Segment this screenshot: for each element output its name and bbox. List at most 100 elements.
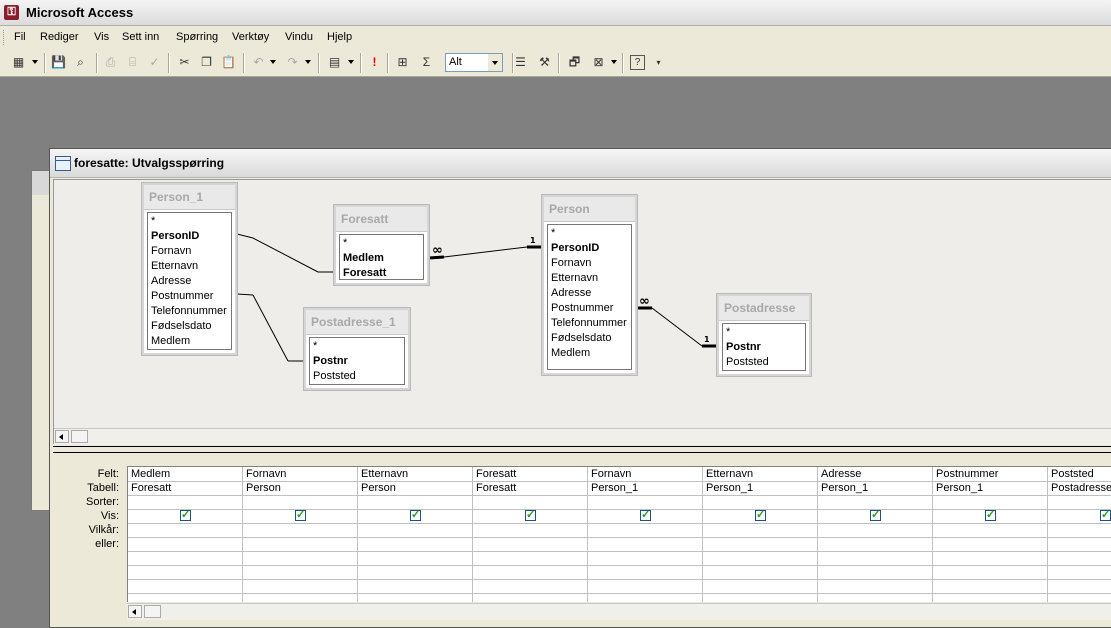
undo-icon[interactable]: ↶ bbox=[250, 54, 267, 71]
grid-field-cell[interactable]: Fornavn bbox=[591, 468, 631, 480]
field-list-item[interactable]: * bbox=[726, 326, 730, 338]
grid-field-cell[interactable]: Etternavn bbox=[706, 468, 753, 480]
grid-field-cell[interactable]: Medlem bbox=[131, 468, 170, 480]
field-list-item[interactable]: Foresatt bbox=[343, 267, 386, 279]
grid-column[interactable]: Medlem Foresatt bbox=[128, 467, 243, 602]
run-icon[interactable]: ! bbox=[366, 54, 383, 71]
pane-splitter[interactable] bbox=[53, 446, 1111, 453]
field-list-item[interactable]: * bbox=[313, 340, 317, 352]
field-list-postadresse[interactable]: Postadresse * Postnr Poststed bbox=[717, 294, 811, 376]
field-list-item[interactable]: Adresse bbox=[151, 275, 191, 287]
scroll-thumb[interactable] bbox=[144, 605, 161, 618]
print-preview-icon[interactable]: ⌸ bbox=[124, 54, 141, 71]
grid-column[interactable]: Adresse Person_1 bbox=[818, 467, 933, 602]
field-list-item[interactable]: Telefonnummer bbox=[551, 317, 627, 329]
show-checkbox[interactable] bbox=[755, 508, 766, 521]
field-list-item[interactable]: Medlem bbox=[551, 347, 590, 359]
field-list-item[interactable]: * bbox=[151, 215, 155, 227]
chevron-down-icon[interactable] bbox=[488, 54, 502, 71]
redo-icon[interactable]: ↷ bbox=[284, 54, 301, 71]
show-checkbox[interactable] bbox=[525, 508, 536, 521]
field-list-item[interactable]: Fødselsdato bbox=[151, 320, 212, 332]
new-object-dropdown-arrow[interactable] bbox=[611, 60, 617, 64]
grid-column[interactable]: Foresatt Foresatt bbox=[473, 467, 588, 602]
view-icon[interactable]: ▦ bbox=[10, 54, 27, 71]
properties-icon[interactable]: ☰ bbox=[512, 54, 529, 71]
scroll-left-icon[interactable] bbox=[128, 605, 142, 618]
search-icon[interactable]: ⌕ bbox=[72, 54, 89, 71]
redo-dropdown-arrow[interactable] bbox=[305, 60, 311, 64]
field-list-body[interactable]: * Medlem Foresatt bbox=[339, 234, 424, 280]
grid-table-cell[interactable]: Person_1 bbox=[821, 482, 868, 494]
toolbar-options-icon[interactable]: ▾ bbox=[650, 54, 667, 71]
field-list-item[interactable]: Poststed bbox=[313, 370, 356, 382]
grid-table-cell[interactable]: Postadresse_1 bbox=[1051, 482, 1111, 494]
grid-field-cell[interactable]: Etternavn bbox=[361, 468, 408, 480]
field-list-person[interactable]: Person * PersonID Fornavn Etternavn Adresse Po… bbox=[542, 195, 637, 375]
grid-table-cell[interactable]: Person bbox=[361, 482, 396, 494]
field-list-item[interactable]: Adresse bbox=[551, 287, 591, 299]
grid-column[interactable]: Fornavn Person_1 bbox=[588, 467, 703, 602]
field-list-item[interactable]: Fødselsdato bbox=[551, 332, 612, 344]
field-list-item[interactable]: Poststed bbox=[726, 356, 769, 368]
query-type-icon[interactable]: ▤ bbox=[326, 54, 343, 71]
scroll-thumb[interactable] bbox=[71, 430, 88, 443]
save-icon[interactable]: 💾 bbox=[50, 54, 67, 71]
field-list-title[interactable]: Postadresse_1 bbox=[306, 310, 408, 335]
field-list-item[interactable]: Postnr bbox=[313, 355, 348, 367]
top-values-combo[interactable]: Alt bbox=[445, 53, 503, 72]
grid-table-cell[interactable]: Foresatt bbox=[131, 482, 171, 494]
field-list-item[interactable]: Telefonnummer bbox=[151, 305, 227, 317]
grid-horizontal-scrollbar[interactable] bbox=[127, 603, 1111, 620]
query-window-title-bar[interactable]: foresatte: Utvalgsspørring bbox=[50, 149, 1111, 178]
print-icon[interactable]: ⎙ bbox=[102, 54, 119, 71]
field-list-body[interactable]: * Postnr Poststed bbox=[722, 323, 806, 371]
grid-field-cell[interactable]: Poststed bbox=[1051, 468, 1094, 480]
field-list-item[interactable]: Medlem bbox=[151, 335, 190, 347]
grid-column[interactable]: Poststed Postadresse_1 bbox=[1048, 467, 1111, 602]
grid-field-cell[interactable]: Fornavn bbox=[246, 468, 286, 480]
menu-item-sett-inn[interactable]: Sett inn bbox=[122, 31, 159, 43]
grid-table-cell[interactable]: Foresatt bbox=[476, 482, 516, 494]
grid-column[interactable]: Etternavn Person_1 bbox=[703, 467, 818, 602]
grid-table-cell[interactable]: Person bbox=[246, 482, 281, 494]
field-list-item[interactable]: Postnummer bbox=[151, 290, 213, 302]
design-grid-cells[interactable]: Medlem Foresatt Fornavn Person Etternavn Pers… bbox=[127, 466, 1111, 602]
field-list-title[interactable]: Postadresse bbox=[719, 296, 809, 321]
show-checkbox[interactable] bbox=[180, 508, 191, 521]
menu-item-vis[interactable]: Vis bbox=[94, 31, 109, 43]
menu-item-verktøy[interactable]: Verktøy bbox=[232, 31, 269, 43]
grid-column[interactable]: Postnummer Person_1 bbox=[933, 467, 1048, 602]
field-list-body[interactable]: * PersonID Fornavn Etternavn Adresse Postnumm… bbox=[547, 224, 632, 370]
field-list-item[interactable]: Etternavn bbox=[151, 260, 198, 272]
grid-field-cell[interactable]: Postnummer bbox=[936, 468, 998, 480]
menu-item-hjelp[interactable]: Hjelp bbox=[327, 31, 352, 43]
table-pane-horizontal-scrollbar[interactable] bbox=[54, 428, 1111, 445]
show-checkbox[interactable] bbox=[295, 508, 306, 521]
show-checkbox[interactable] bbox=[870, 508, 881, 521]
field-list-item[interactable]: Postnummer bbox=[551, 302, 613, 314]
field-list-body[interactable]: * Postnr Poststed bbox=[309, 337, 405, 385]
grid-table-cell[interactable]: Person_1 bbox=[706, 482, 753, 494]
grid-column[interactable]: Etternavn Person bbox=[358, 467, 473, 602]
scroll-left-icon[interactable] bbox=[55, 430, 69, 443]
table-pane[interactable]: ∞ 1 ∞ 1 Person_1 * PersonID Fornavn Etternav… bbox=[53, 179, 1111, 445]
field-list-item[interactable]: Fornavn bbox=[551, 257, 591, 269]
field-list-title[interactable]: Person bbox=[544, 197, 635, 222]
menu-item-fil[interactable]: Fil bbox=[14, 31, 26, 43]
grid-field-cell[interactable]: Foresatt bbox=[476, 468, 516, 480]
field-list-item[interactable]: Fornavn bbox=[151, 245, 191, 257]
field-list-item[interactable]: Etternavn bbox=[551, 272, 598, 284]
query-type-dropdown-arrow[interactable] bbox=[348, 60, 354, 64]
field-list-foresatt[interactable]: Foresatt * Medlem Foresatt bbox=[334, 205, 429, 285]
access-key-icon[interactable]: ⚿ bbox=[4, 5, 19, 20]
menu-item-vindu[interactable]: Vindu bbox=[285, 31, 313, 43]
field-list-item[interactable]: PersonID bbox=[151, 230, 199, 242]
field-list-item[interactable]: PersonID bbox=[551, 242, 599, 254]
grid-field-cell[interactable]: Adresse bbox=[821, 468, 861, 480]
database-window-icon[interactable]: 🗗 bbox=[566, 54, 583, 71]
spelling-icon[interactable]: ✓ bbox=[146, 54, 163, 71]
show-checkbox[interactable] bbox=[985, 508, 996, 521]
show-checkbox[interactable] bbox=[640, 508, 651, 521]
totals-sigma-icon[interactable]: Σ bbox=[418, 54, 435, 71]
